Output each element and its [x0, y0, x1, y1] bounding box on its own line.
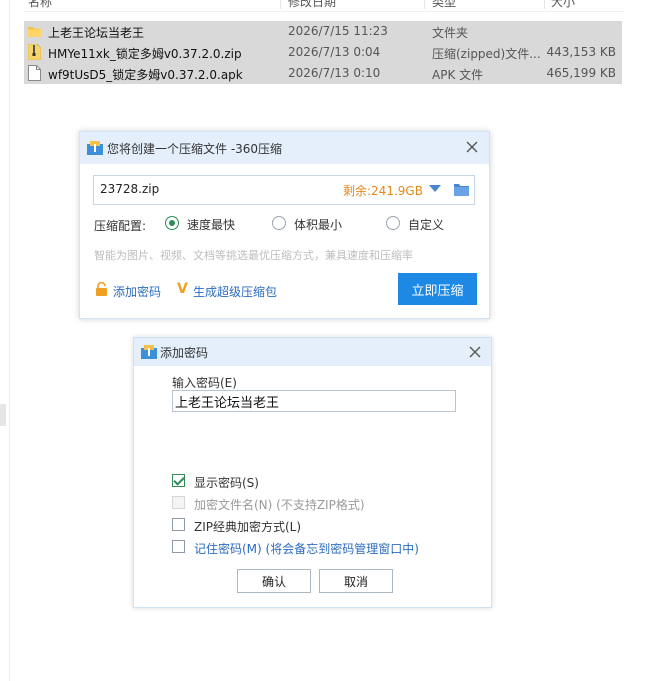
password-dialog-title: 添加密码: [160, 346, 209, 360]
radio-unselected-icon: [272, 216, 286, 230]
checkbox-disabled-icon: [172, 496, 185, 509]
cancel-button[interactable]: 取消: [319, 569, 393, 593]
nav-pane-edge: [0, 0, 10, 681]
compress-dialog: 您将创建一个压缩文件 -360压缩 23728.zip 剩余:241.9GB 压…: [79, 131, 490, 319]
folder-icon: [28, 26, 41, 37]
file-row[interactable]: wf9tUsD5_锁定多姆v0.37.2.0.apk 2026/7/13 0:1…: [24, 63, 622, 84]
file-name: 上老王论坛当老王: [48, 26, 145, 40]
free-space-label: 剩余:241.9GB: [343, 184, 423, 198]
add-password-dialog: 添加密码 输入密码(E) 显示密码(S) 加密文件名(N) (不支持ZIP格式)…: [133, 337, 492, 608]
compress-dialog-title: 您将创建一个压缩文件 -360压缩: [107, 142, 283, 156]
file-icon: [28, 65, 41, 81]
radio-unselected-icon: [386, 216, 400, 230]
add-password-label: 添加密码: [113, 285, 162, 299]
file-date: 2026/7/13 0:10: [288, 66, 381, 80]
nav-pane-scroll-stub: [0, 404, 6, 426]
confirm-button[interactable]: 确认: [237, 569, 311, 593]
file-date: 2026/7/13 0:04: [288, 45, 381, 59]
file-list-header: 名称 修改日期 类型 大小: [24, 0, 624, 12]
close-icon[interactable]: [464, 139, 480, 155]
compress-config-label: 压缩配置:: [94, 219, 147, 233]
file-size: 443,153 KB: [546, 45, 616, 59]
password-input-label: 输入密码(E): [172, 376, 237, 390]
checkbox-label: 显示密码(S): [194, 476, 259, 490]
column-header-size[interactable]: 大小: [551, 0, 575, 10]
column-divider: [280, 0, 281, 9]
v-badge-icon: V: [177, 281, 188, 297]
checkbox-unchecked-icon: [172, 518, 185, 531]
checkbox-checked-icon: [172, 474, 185, 487]
column-header-name[interactable]: 名称: [28, 0, 52, 10]
checkbox-unchecked-icon: [172, 540, 185, 553]
file-row[interactable]: 上老王论坛当老王 2026/7/15 11:23 文件夹: [24, 21, 622, 42]
password-input[interactable]: [172, 390, 456, 412]
compress-hint: 智能为图片、视频、文档等挑选最优压缩方式，兼具速度和压缩率: [94, 249, 413, 262]
column-divider: [424, 0, 425, 9]
archive-path-field[interactable]: 23728.zip 剩余:241.9GB: [93, 175, 475, 205]
browse-folder-icon[interactable]: [454, 183, 469, 196]
file-type: APK 文件: [432, 68, 484, 82]
compress-dialog-titlebar[interactable]: 您将创建一个压缩文件 -360压缩: [80, 132, 489, 164]
password-dialog-titlebar[interactable]: 添加密码: [134, 338, 491, 366]
radio-selected-icon: [165, 216, 179, 230]
file-type: 压缩(zipped)文件...: [432, 47, 541, 61]
file-name: HMYe11xk_锁定多姆v0.37.2.0.zip: [48, 47, 242, 61]
file-name: wf9tUsD5_锁定多姆v0.37.2.0.apk: [48, 68, 243, 82]
radio-label: 体积最小: [294, 218, 343, 232]
checkbox-label: 加密文件名(N) (不支持ZIP格式): [194, 498, 365, 512]
file-row[interactable]: HMYe11xk_锁定多姆v0.37.2.0.zip 2026/7/13 0:0…: [24, 42, 622, 63]
radio-label: 自定义: [408, 218, 445, 232]
zip-file-icon: [28, 44, 41, 60]
360-zip-app-icon: [87, 141, 103, 155]
close-icon[interactable]: [467, 344, 483, 360]
column-header-date[interactable]: 修改日期: [288, 0, 336, 10]
super-archive-label: 生成超级压缩包: [193, 285, 278, 299]
column-header-type[interactable]: 类型: [432, 0, 456, 10]
checkbox-label: ZIP经典加密方式(L): [194, 520, 302, 534]
archive-filename[interactable]: 23728.zip: [100, 182, 159, 196]
file-type: 文件夹: [432, 26, 469, 40]
file-size: 465,199 KB: [546, 66, 616, 80]
file-date: 2026/7/15 11:23: [288, 24, 388, 38]
compress-now-button[interactable]: 立即压缩: [398, 273, 477, 305]
360-zip-app-icon: [141, 345, 157, 359]
lock-icon: [96, 282, 107, 296]
column-divider: [544, 0, 545, 9]
checkbox-label: 记住密码(M) (将会备忘到密码管理窗口中): [194, 542, 419, 556]
chevron-down-icon[interactable]: [429, 185, 441, 192]
radio-label: 速度最快: [187, 218, 236, 232]
